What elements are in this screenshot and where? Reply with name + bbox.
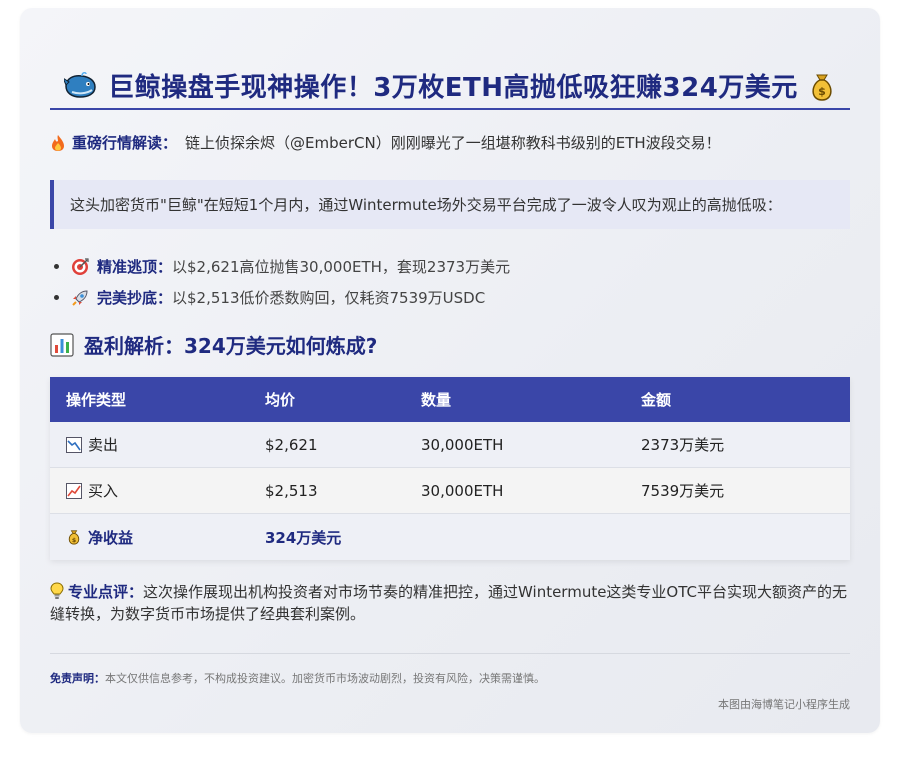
list-item: 完美抄底： 以$2,513低价悉数购回，仅耗资7539万USDC	[50, 282, 850, 313]
table-cell-type: 买入	[50, 480, 250, 501]
bullet-dot	[54, 264, 59, 269]
intro-text: 链上侦探余烬（@EmberCN）刚刚曝光了一组堪称教科书级别的ETH波段交易！	[185, 134, 721, 152]
expert-comment: 专业点评：这次操作展现出机构投资者对市场节奏的精准把控，通过Wintermute…	[50, 581, 850, 625]
table-cell: $2,513	[265, 481, 318, 500]
section-title: 盈利解析：324万美元如何炼成?	[84, 334, 378, 358]
whale-icon	[64, 71, 96, 98]
page-title-row: 巨鲸操盘手现神操作！3万枚ETH高抛低吸狂赚324万美元 $	[50, 63, 850, 110]
bullet-label: 精准逃顶：	[97, 258, 173, 276]
table-row: 卖出 $2,621 30,000ETH 2373万美元	[50, 422, 850, 468]
profit-table: 操作类型 均价 数量 金额 卖出 $2,621 30,000ETH 2373万美…	[50, 377, 850, 560]
table-cell: 30,000ETH	[421, 481, 504, 500]
table-row: 买入 $2,513 30,000ETH 7539万美元	[50, 468, 850, 514]
table-cell-type: $ 净收益	[50, 527, 250, 548]
column-header: 均价	[265, 391, 296, 409]
money-bag-icon: $	[812, 74, 832, 101]
fire-icon	[52, 134, 64, 151]
article-card: 巨鲸操盘手现神操作！3万枚ETH高抛低吸狂赚324万美元 $ 重磅行情解读： 链…	[20, 8, 880, 733]
bullet-dot	[54, 295, 59, 300]
bullet-text: 以$2,621高位抛售30,000ETH，套现2373万美元	[172, 258, 511, 276]
bar-chart-icon	[50, 332, 74, 357]
bullet-text: 以$2,513低价悉数购回，仅耗资7539万USDC	[172, 289, 486, 307]
table-cell-type: 卖出	[50, 434, 250, 455]
bullet-label: 完美抄底：	[97, 289, 173, 307]
lightbulb-icon	[50, 582, 64, 599]
table-cell: 7539万美元	[641, 482, 725, 500]
bullet-list: 精准逃顶： 以$2,621高位抛售30,000ETH，套现2373万美元 完美抄…	[50, 251, 850, 313]
comment-text: 这次操作展现出机构投资者对市场节奏的精准把控，通过Wintermute这类专业O…	[50, 583, 848, 623]
table-cell: $2,621	[265, 435, 318, 454]
chart-up-icon	[66, 482, 82, 499]
column-header: 金额	[641, 391, 672, 409]
column-header: 数量	[421, 391, 452, 409]
quote-text: 这头加密货币"巨鲸"在短短1个月内，通过Wintermute场外交易平台完成了一…	[70, 196, 782, 214]
divider	[50, 653, 850, 654]
section-heading: 盈利解析：324万美元如何炼成?	[50, 330, 850, 359]
net-label: 净收益	[88, 528, 134, 547]
comment-label: 专业点评：	[68, 583, 144, 601]
disclaimer-label: 免责声明：	[50, 672, 105, 685]
money-bag-icon: $	[68, 530, 80, 545]
svg-text:$: $	[72, 537, 76, 544]
column-header: 操作类型	[66, 391, 127, 409]
intro-label: 重磅行情解读：	[72, 134, 178, 152]
net-value: 324万美元	[265, 528, 342, 547]
chart-down-icon	[66, 436, 82, 453]
disclaimer-text: 本文仅供信息参考，不构成投资建议。加密货币市场波动剧烈，投资有风险，决策需谨慎。	[105, 672, 545, 685]
rocket-icon	[72, 289, 88, 306]
row-type: 卖出	[88, 436, 119, 454]
highlight-quote: 这头加密货币"巨鲸"在短短1个月内，通过Wintermute场外交易平台完成了一…	[50, 180, 850, 229]
svg-text:$: $	[818, 85, 826, 98]
list-item: 精准逃顶： 以$2,621高位抛售30,000ETH，套现2373万美元	[50, 251, 850, 282]
table-cell: 2373万美元	[641, 436, 725, 454]
intro-line: 重磅行情解读： 链上侦探余烬（@EmberCN）刚刚曝光了一组堪称教科书级别的E…	[50, 132, 850, 153]
credit-line: 本图由海博笔记小程序生成	[718, 698, 850, 711]
table-cell: 30,000ETH	[421, 435, 504, 454]
disclaimer: 免责声明：本文仅供信息参考，不构成投资建议。加密货币市场波动剧烈，投资有风险，决…	[50, 670, 850, 686]
target-icon	[72, 257, 89, 275]
page-title: 巨鲸操盘手现神操作！3万枚ETH高抛低吸狂赚324万美元	[108, 73, 798, 103]
table-row-net: $ 净收益 324万美元	[50, 514, 850, 560]
table-header: 操作类型 均价 数量 金额	[50, 377, 850, 422]
row-type: 买入	[88, 482, 119, 500]
